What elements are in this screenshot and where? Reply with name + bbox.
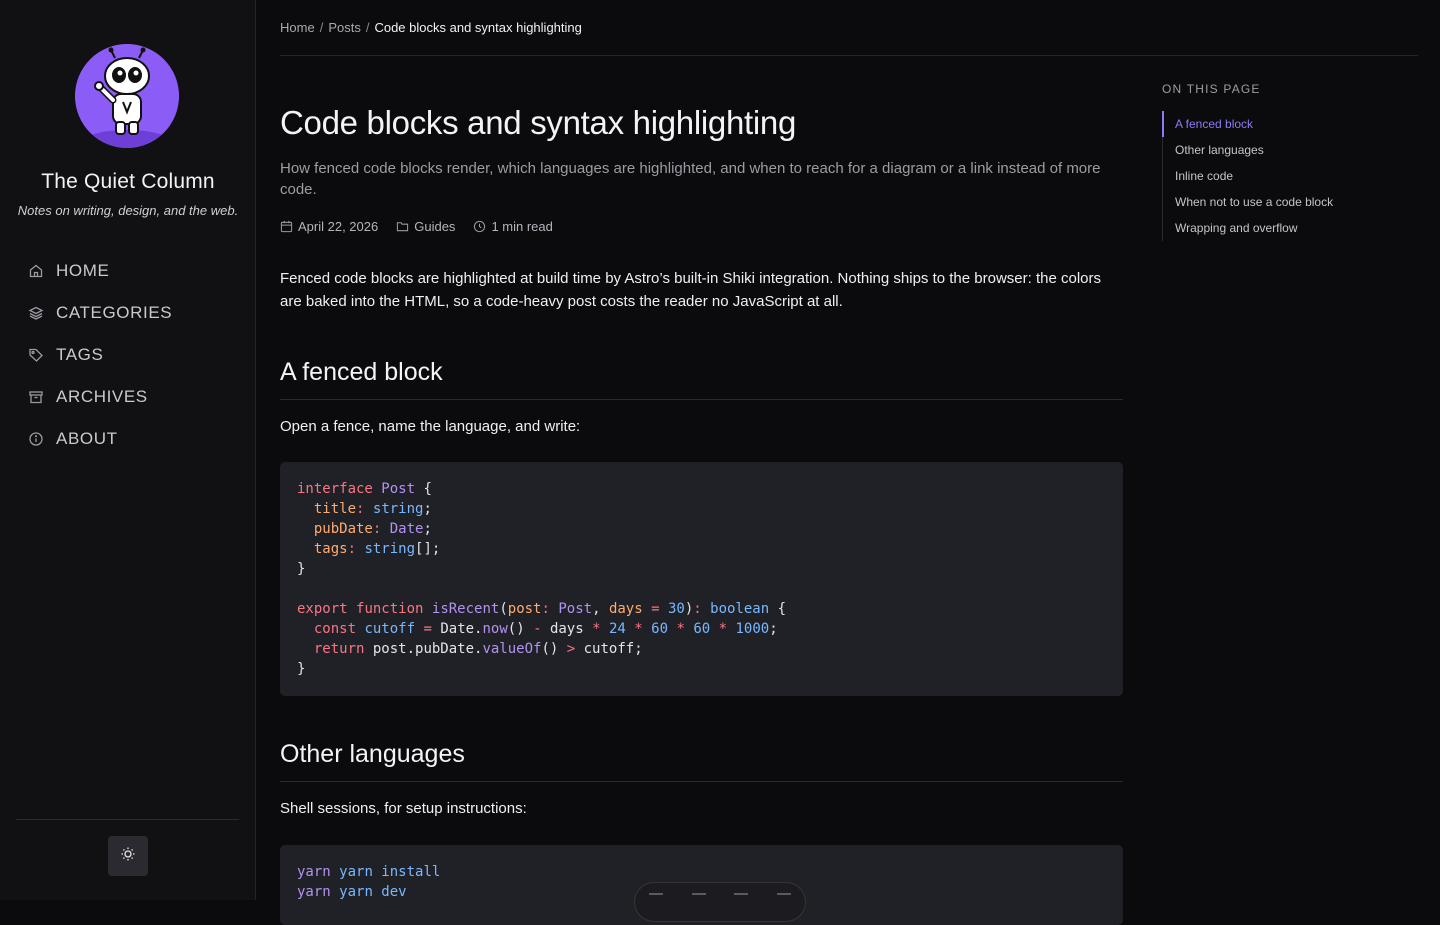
nav-item-about[interactable]: ABOUT (28, 418, 172, 460)
post-title: Code blocks and syntax highlighting (280, 104, 797, 141)
post-category-text: Guides (414, 219, 456, 234)
post-date: April 22, 2026 (280, 219, 378, 234)
breadcrumb-posts-link[interactable]: Posts (328, 20, 361, 35)
home-icon (28, 263, 44, 279)
breadcrumb: Home / Posts / Code blocks and syntax highli… (280, 20, 582, 35)
post-meta: April 22, 2026 Guides 1 min read (280, 219, 1123, 234)
breadcrumb-home-link[interactable]: Home (280, 20, 315, 35)
header-divider (280, 55, 1418, 56)
post-category-link[interactable]: Guides (396, 219, 455, 234)
heading-a-fenced-block: A fenced block (280, 358, 1123, 400)
site-title[interactable]: The Quiet Column (0, 170, 256, 194)
floating-toolbar[interactable] (634, 882, 806, 922)
toc-list: A fenced block Other languages Inline co… (1162, 111, 1402, 241)
table-of-contents: ON THIS PAGE A fenced block Other langua… (1162, 82, 1402, 241)
post-read-time: 1 min read (473, 219, 553, 234)
theme-toggle-button[interactable] (108, 836, 148, 876)
nav-item-label: HOME (56, 261, 110, 280)
shell-line-2: yarn dev (339, 884, 407, 900)
breadcrumb-separator: / (319, 20, 324, 35)
post-read-time-text: 1 min read (491, 219, 553, 234)
toolbar-icon[interactable] (776, 893, 791, 907)
toc-item-a-fenced-block[interactable]: A fenced block (1162, 111, 1402, 137)
toolbar-icon[interactable] (734, 893, 749, 907)
post-date-text: April 22, 2026 (298, 219, 379, 234)
site-avatar[interactable] (75, 44, 179, 148)
heading-other-languages: Other languages (280, 740, 1123, 782)
nav-item-label: CATEGORIES (56, 303, 173, 322)
sun-icon (120, 846, 136, 867)
nav-item-label: ABOUT (56, 429, 118, 448)
toc-heading: ON THIS PAGE (1162, 82, 1261, 96)
nav-item-archives[interactable]: ARCHIVES (28, 376, 172, 418)
code-block-typescript[interactable]: interface Post { title: string; pubDate:… (280, 462, 1123, 696)
info-icon (28, 431, 44, 447)
sidebar: The Quiet Column Notes on writing, desig… (0, 0, 256, 900)
section1-paragraph: Open a fence, name the language, and wri… (280, 418, 581, 435)
archive-icon (28, 389, 44, 405)
breadcrumb-current: Code blocks and syntax highlighting (374, 20, 582, 35)
nav-item-label: ARCHIVES (56, 387, 148, 406)
nav-item-categories[interactable]: CATEGORIES (28, 292, 172, 334)
toc-item-when-not-to-use[interactable]: When not to use a code block (1163, 189, 1402, 215)
post-description: How fenced code blocks render, which lan… (280, 160, 1101, 198)
nav-item-home[interactable]: HOME (28, 250, 172, 292)
tag-icon (28, 347, 44, 363)
main-nav: HOME CATEGORIES TAGS ARCHIVES ABOUT (28, 250, 172, 460)
sidebar-divider (16, 819, 239, 820)
site-tagline: Notes on writing, design, and the web. (17, 203, 239, 218)
toc-item-inline-code[interactable]: Inline code (1163, 163, 1402, 189)
shell-line-1: yarn install (339, 864, 441, 880)
folder-icon (397, 222, 409, 232)
section2-paragraph: Shell sessions, for setup instructions: (280, 800, 527, 817)
article: Code blocks and syntax highlighting How … (280, 100, 1123, 925)
astronaut-mascot-icon (75, 44, 179, 148)
clock-icon (474, 220, 486, 233)
nav-item-tags[interactable]: TAGS (28, 334, 172, 376)
calendar-icon (280, 220, 293, 233)
toolbar-icon[interactable] (649, 893, 664, 907)
toc-item-other-languages[interactable]: Other languages (1163, 137, 1402, 163)
toc-item-wrapping-and-overflow[interactable]: Wrapping and overflow (1163, 215, 1402, 241)
toolbar-icon[interactable] (691, 893, 706, 907)
post-lead: Fenced code blocks are highlighted at bu… (280, 270, 1102, 310)
nav-item-label: TAGS (56, 345, 104, 364)
layers-icon (28, 305, 44, 321)
breadcrumb-separator: / (365, 20, 370, 35)
